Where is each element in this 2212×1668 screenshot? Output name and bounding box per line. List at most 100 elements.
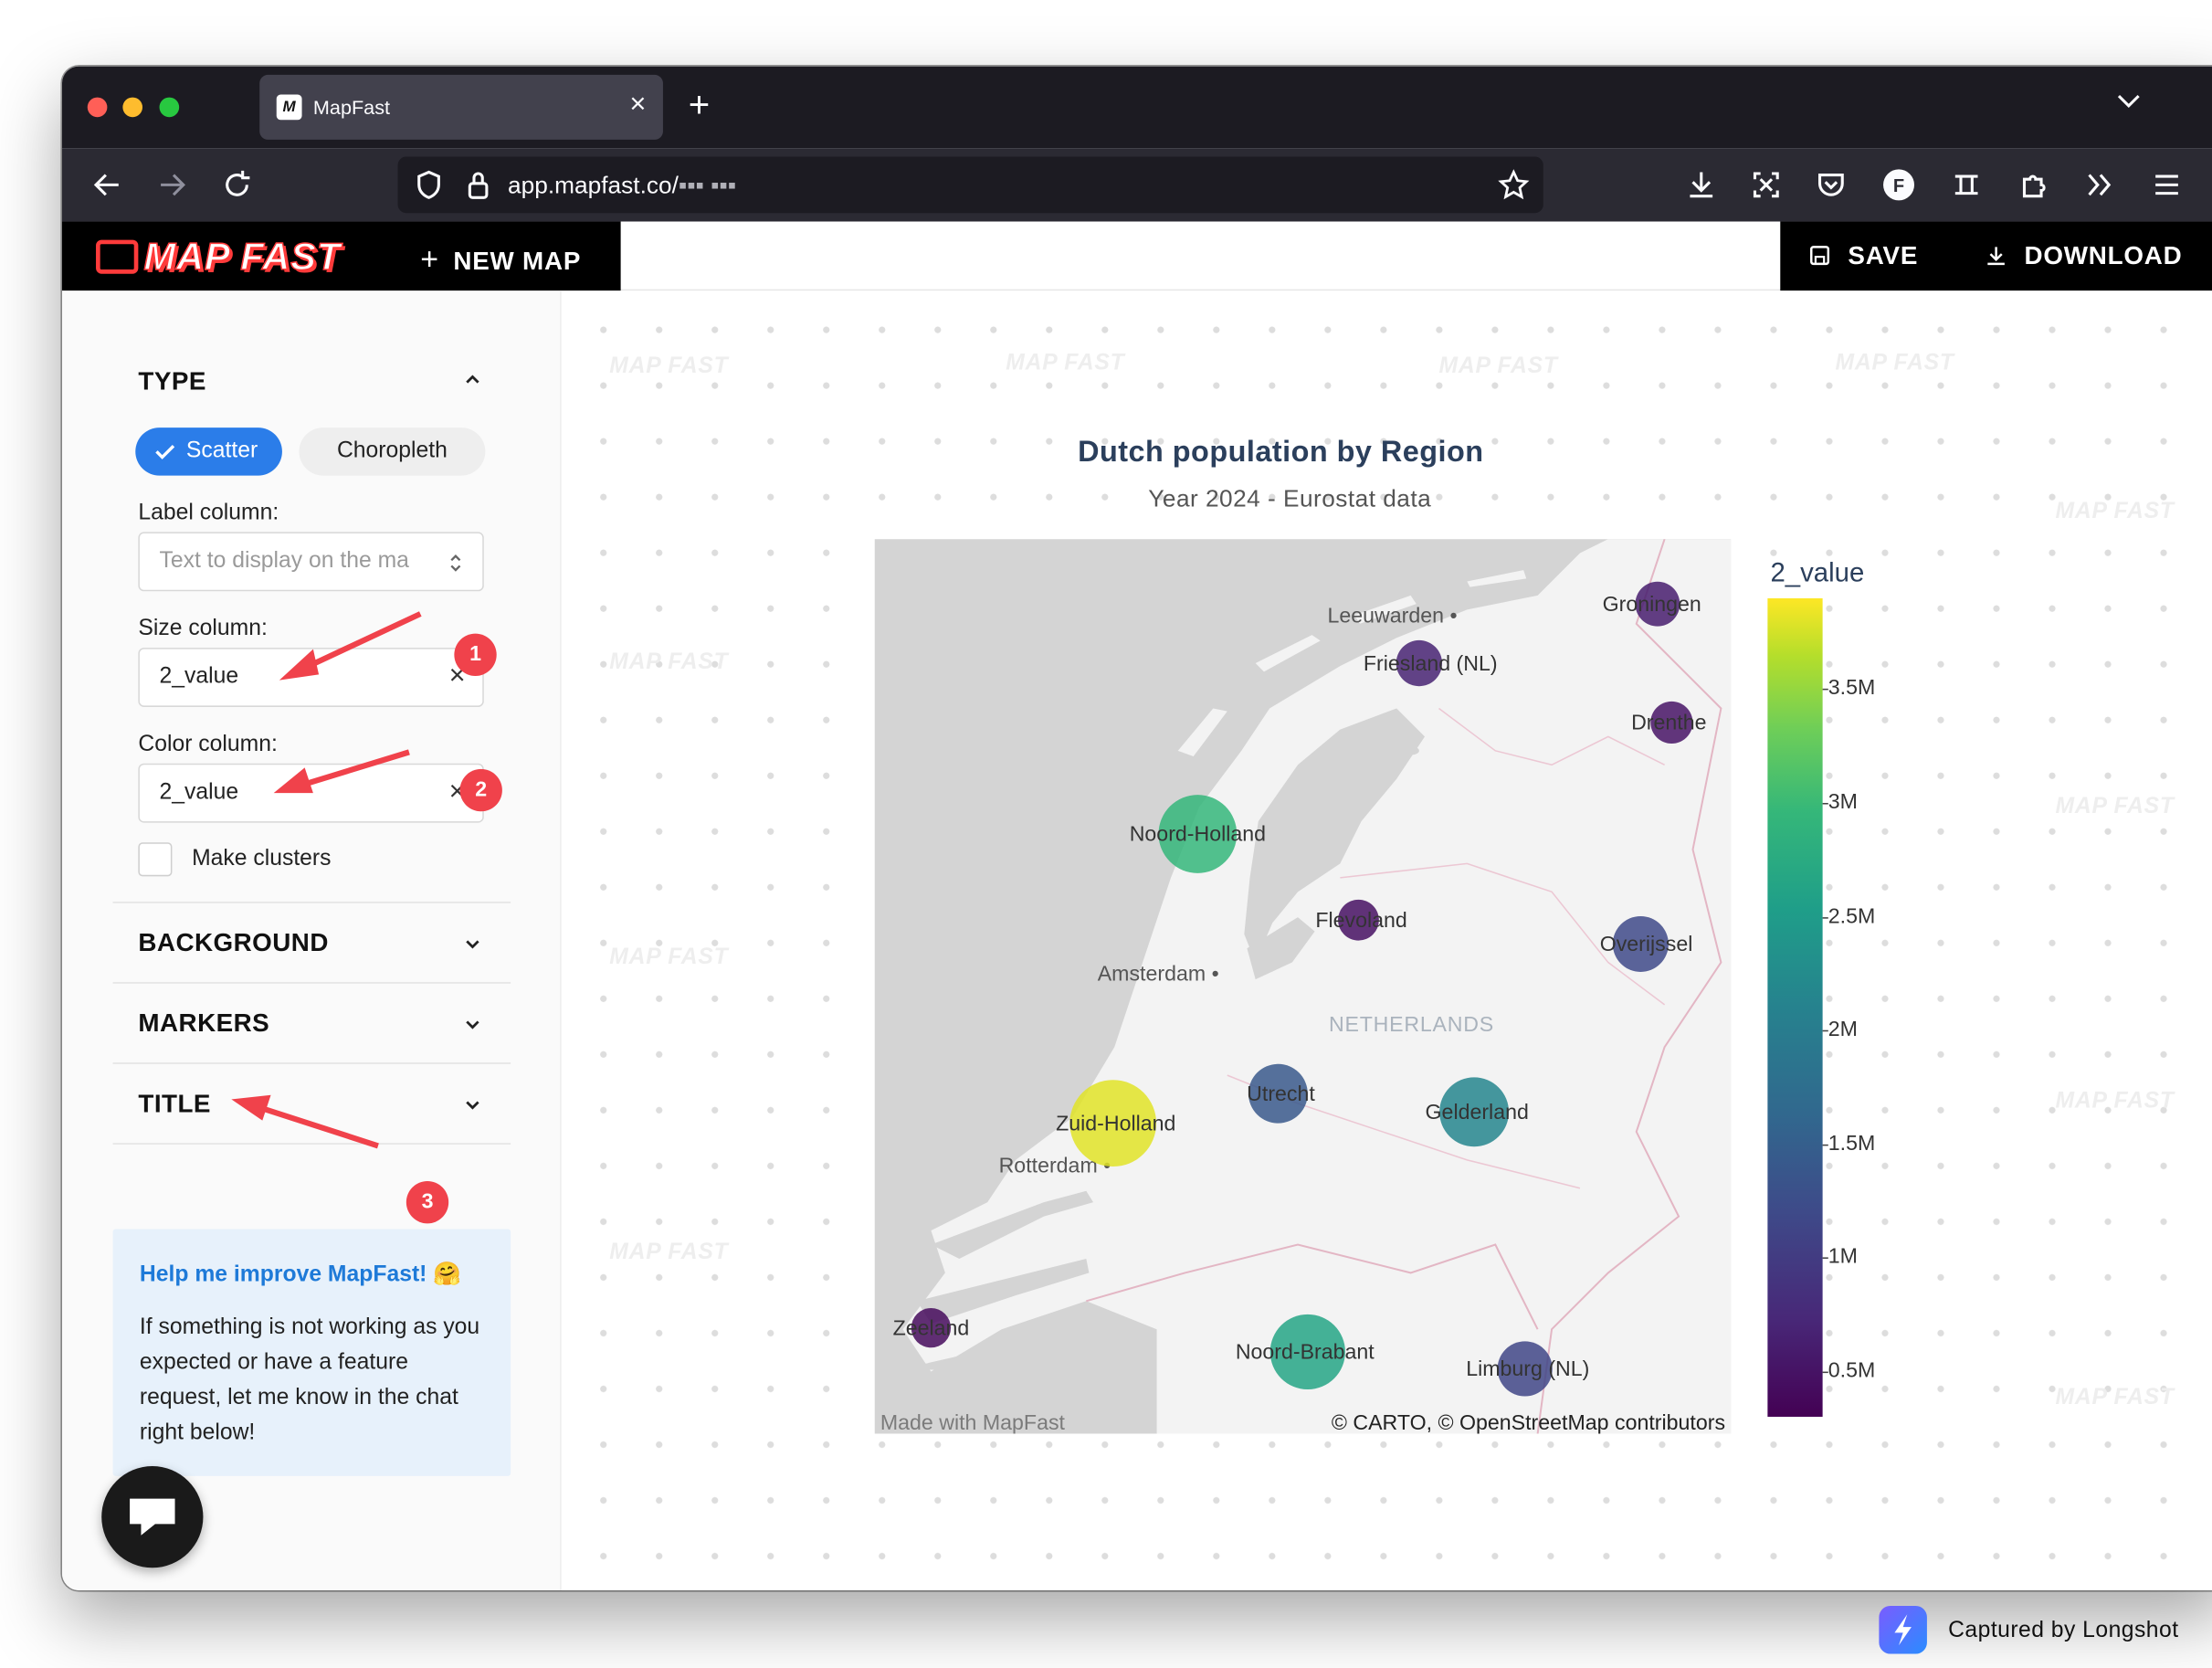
watermark: MAP FAST bbox=[1006, 351, 1125, 375]
browser-toolbar: app.mapfast.co/▪︎▪︎▪︎ ▪︎▪︎▪︎ F bbox=[61, 148, 2212, 222]
watermark: MAP FAST bbox=[1835, 351, 1954, 375]
scatter-point-label: Gelderland bbox=[1426, 1100, 1529, 1124]
map-canvas-area: MAP FAST MAP FAST MAP FAST MAP FAST MAP … bbox=[561, 290, 2212, 1590]
browser-window: M MapFast × + app.mapfast.co/▪︎▪︎▪︎ ▪︎▪︎… bbox=[61, 66, 2212, 1590]
brand-block: MAP FAST + NEW MAP bbox=[61, 221, 621, 291]
downloads-icon[interactable] bbox=[1684, 168, 1718, 202]
plus-icon: + bbox=[420, 241, 439, 277]
new-map-button[interactable]: + NEW MAP bbox=[420, 241, 581, 278]
scatter-map[interactable]: Leeuwarden • Amsterdam • Rotterdam • NET… bbox=[874, 539, 1732, 1434]
new-tab-button[interactable]: + bbox=[689, 86, 710, 122]
colorbar-tick-label: 1.5M bbox=[1828, 1131, 1876, 1156]
address-bar[interactable]: app.mapfast.co/▪︎▪︎▪︎ ▪︎▪︎▪︎ bbox=[397, 156, 1543, 214]
chevron-up-icon[interactable] bbox=[463, 370, 483, 390]
forward-arrow-icon[interactable] bbox=[155, 168, 189, 202]
chat-bubble-icon bbox=[130, 1498, 175, 1536]
feedback-body: If something is not working as you expec… bbox=[139, 1314, 480, 1445]
section-title-heading[interactable]: TITLE bbox=[138, 1090, 211, 1119]
make-clusters-checkbox[interactable] bbox=[138, 842, 173, 877]
made-with-mapfast: Made with MapFast bbox=[880, 1410, 1066, 1434]
checkmark-icon bbox=[155, 444, 175, 459]
scatter-point-label: Drenthe bbox=[1631, 711, 1706, 734]
chart-title: Dutch population by Region bbox=[1078, 436, 1484, 469]
screenshot-icon[interactable] bbox=[1749, 168, 1783, 202]
chevron-down-icon[interactable] bbox=[463, 1095, 483, 1115]
minimize-window-button[interactable] bbox=[122, 97, 143, 118]
watermark: MAP FAST bbox=[609, 945, 729, 970]
scatter-point-label: Friesland (NL) bbox=[1364, 651, 1498, 675]
label-column-placeholder: Text to display on the ma bbox=[159, 548, 409, 574]
floppy-disk-icon bbox=[1810, 246, 1830, 266]
account-avatar-icon[interactable]: F bbox=[1881, 168, 1915, 202]
scatter-point-label: Zeeland bbox=[893, 1315, 970, 1339]
divider bbox=[112, 902, 511, 903]
section-background-heading[interactable]: BACKGROUND bbox=[138, 928, 329, 957]
tracking-shield-icon[interactable] bbox=[415, 169, 443, 200]
scatter-point-label: Overijssel bbox=[1600, 932, 1693, 955]
watermark: MAP FAST bbox=[2055, 499, 2175, 524]
scatter-points-layer: Groningen Friesland (NL) Drenthe Noord-Holl… bbox=[893, 581, 1706, 1397]
app-header: MAP FAST + NEW MAP SAVE DOWNLOAD bbox=[61, 221, 2212, 291]
color-column-value: 2_value bbox=[159, 780, 239, 805]
make-clusters-label[interactable]: Make clusters bbox=[192, 847, 331, 872]
annotation-arrow-3-head bbox=[231, 1094, 271, 1121]
colorbar-tick-label: 3.5M bbox=[1828, 676, 1876, 701]
label-column-select[interactable]: Text to display on the ma bbox=[138, 532, 484, 592]
color-column-label: Color column: bbox=[138, 732, 278, 757]
list-all-tabs-icon[interactable] bbox=[2116, 91, 2142, 111]
size-column-select[interactable]: 2_value × bbox=[138, 648, 484, 707]
download-button[interactable]: DOWNLOAD bbox=[1985, 241, 2182, 270]
watermark: MAP FAST bbox=[2055, 794, 2175, 818]
chat-button[interactable] bbox=[101, 1466, 204, 1568]
captured-by-text: Captured by Longshot bbox=[1948, 1618, 2179, 1643]
type-choropleth-button[interactable]: Choropleth bbox=[299, 428, 486, 476]
header-actions: SAVE DOWNLOAD bbox=[1780, 221, 2212, 291]
color-column-select[interactable]: 2_value × bbox=[138, 763, 484, 823]
mapfast-logo[interactable]: MAP FAST bbox=[96, 235, 341, 280]
mapfast-logo-icon bbox=[96, 239, 139, 274]
tab-close-icon[interactable]: × bbox=[629, 90, 646, 119]
feedback-box: Help me improve MapFast! 🤗 If something … bbox=[112, 1229, 511, 1476]
section-markers-heading[interactable]: MARKERS bbox=[138, 1009, 269, 1039]
hamburger-menu-icon[interactable] bbox=[2150, 168, 2184, 202]
settings-sidebar: TYPE Scatter Choropleth Label column: Te… bbox=[61, 290, 562, 1590]
colorbar-tick-label: 2M bbox=[1828, 1017, 1858, 1042]
annotation-badge-1: 1 bbox=[454, 633, 497, 676]
bookmark-star-icon[interactable] bbox=[1498, 169, 1530, 200]
back-arrow-icon[interactable] bbox=[90, 168, 124, 202]
close-window-button[interactable] bbox=[87, 97, 108, 118]
annotation-badge-2: 2 bbox=[459, 768, 502, 812]
pocket-icon[interactable] bbox=[1814, 168, 1848, 202]
chevron-down-icon[interactable] bbox=[463, 1015, 483, 1035]
watermark: MAP FAST bbox=[2055, 1385, 2175, 1410]
colorbar-tick-label: 3M bbox=[1828, 790, 1858, 815]
colorbar-tick-label: 2.5M bbox=[1828, 903, 1876, 928]
scatter-point-label: Noord-Brabant bbox=[1236, 1340, 1375, 1364]
browser-tab[interactable]: M MapFast × bbox=[259, 74, 663, 140]
maximize-window-button[interactable] bbox=[159, 97, 180, 118]
colorbar-tick-label: 0.5M bbox=[1828, 1358, 1876, 1383]
scatter-point-label: Noord-Holland bbox=[1130, 822, 1266, 846]
lock-icon[interactable] bbox=[466, 169, 491, 200]
watermark: MAP FAST bbox=[1438, 354, 1558, 379]
more-tools-chevrons-icon[interactable] bbox=[2082, 168, 2116, 202]
url-text[interactable]: app.mapfast.co/▪︎▪︎▪︎ ▪︎▪︎▪︎ bbox=[508, 172, 736, 200]
map-attribution[interactable]: © CARTO, © OpenStreetMap contributors bbox=[1332, 1411, 1725, 1434]
scatter-point-label: Flevoland bbox=[1315, 908, 1406, 932]
feedback-title: Help me improve MapFast! 🤗 bbox=[139, 1262, 462, 1287]
scatter-point-label: Limburg (NL) bbox=[1466, 1357, 1589, 1380]
chevron-down-icon[interactable] bbox=[463, 934, 483, 955]
mapfast-favicon-icon: M bbox=[276, 94, 302, 121]
select-updown-icon bbox=[450, 554, 461, 572]
save-button[interactable]: SAVE bbox=[1808, 241, 1918, 270]
section-type-heading[interactable]: TYPE bbox=[138, 367, 205, 396]
download-icon bbox=[1987, 247, 2005, 266]
tab-title: MapFast bbox=[312, 96, 391, 119]
divider bbox=[112, 1143, 511, 1145]
translate-extension-icon[interactable] bbox=[1950, 168, 1984, 202]
colorbar bbox=[1767, 597, 1823, 1417]
type-scatter-button[interactable]: Scatter bbox=[135, 428, 282, 476]
extensions-puzzle-icon[interactable] bbox=[2017, 168, 2051, 202]
scatter-point-label: Groningen bbox=[1603, 592, 1701, 616]
reload-icon[interactable] bbox=[220, 168, 254, 202]
